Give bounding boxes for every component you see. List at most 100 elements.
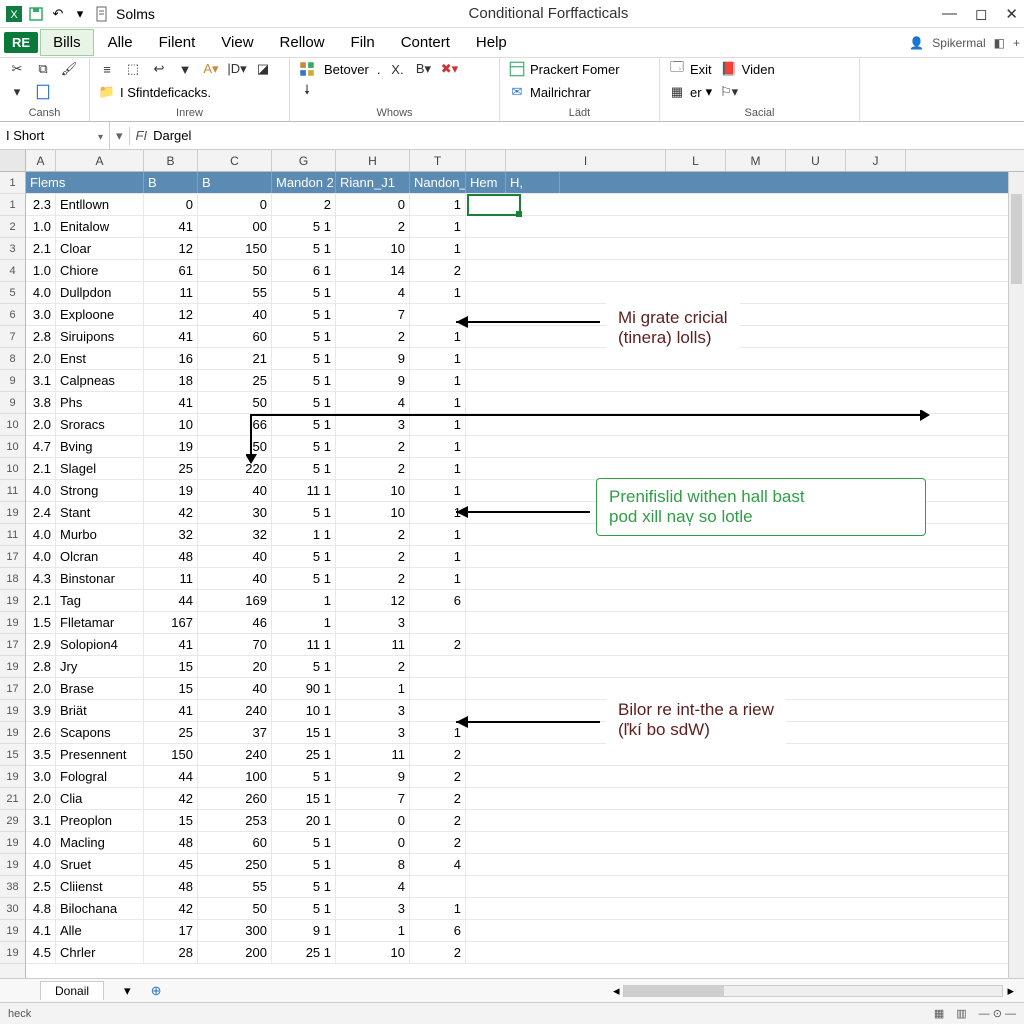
cell[interactable]: 42: [144, 502, 198, 523]
column-header[interactable]: I: [506, 150, 666, 171]
column-header[interactable]: C: [198, 150, 272, 171]
cell[interactable]: Tag: [56, 590, 144, 611]
cell[interactable]: 2: [410, 788, 466, 809]
table-row[interactable]: 2.8Jry15205 12: [26, 656, 1024, 678]
column-header[interactable]: A: [56, 150, 144, 171]
table-row[interactable]: 4.3Binstonar11405 121: [26, 568, 1024, 590]
cell[interactable]: 1.0: [26, 216, 56, 237]
redo-icon[interactable]: ▾: [72, 6, 88, 22]
cell[interactable]: 40: [198, 678, 272, 699]
cell[interactable]: Bving: [56, 436, 144, 457]
table-header-cell[interactable]: Hem: [466, 172, 506, 193]
cell[interactable]: 2.5: [26, 876, 56, 897]
cell[interactable]: 2: [336, 568, 410, 589]
menu-contert[interactable]: Contert: [389, 30, 462, 55]
cell[interactable]: 4.0: [26, 546, 56, 567]
cell[interactable]: 15: [144, 656, 198, 677]
cell[interactable]: 32: [144, 524, 198, 545]
cell[interactable]: Dullpdon: [56, 282, 144, 303]
cell[interactable]: 3.9: [26, 700, 56, 721]
merge-icon[interactable]: ⬚: [124, 60, 142, 78]
cell[interactable]: 5 1: [272, 238, 336, 259]
app-badge[interactable]: RE: [4, 32, 38, 53]
row-header[interactable]: 18: [0, 568, 25, 590]
cell[interactable]: 2: [336, 524, 410, 545]
arrow-down-icon[interactable]: 🠗: [298, 83, 316, 101]
cell[interactable]: 10 1: [272, 700, 336, 721]
prackert-label[interactable]: Prackert Fomer: [530, 62, 620, 77]
row-header[interactable]: 38: [0, 876, 25, 898]
cell[interactable]: 3.5: [26, 744, 56, 765]
column-header[interactable]: H: [336, 150, 410, 171]
viden-icon[interactable]: 📕: [720, 60, 738, 78]
cell[interactable]: 15 1: [272, 722, 336, 743]
cell[interactable]: 4.3: [26, 568, 56, 589]
cell[interactable]: 12: [144, 238, 198, 259]
cell[interactable]: 3.8: [26, 392, 56, 413]
cell[interactable]: Preoplon: [56, 810, 144, 831]
cell[interactable]: 5 1: [272, 854, 336, 875]
cell[interactable]: 2: [410, 260, 466, 281]
cell[interactable]: 8: [336, 854, 410, 875]
cell[interactable]: 2.1: [26, 590, 56, 611]
cell[interactable]: 4.7: [26, 436, 56, 457]
cell[interactable]: 15 1: [272, 788, 336, 809]
column-header[interactable]: A: [26, 150, 56, 171]
cell[interactable]: 10: [336, 502, 410, 523]
column-header[interactable]: L: [666, 150, 726, 171]
cell[interactable]: [410, 678, 466, 699]
cell[interactable]: Macling: [56, 832, 144, 853]
table-row[interactable]: 2.1Tag441691126: [26, 590, 1024, 612]
cell[interactable]: 25 1: [272, 744, 336, 765]
cell[interactable]: 60: [198, 326, 272, 347]
format-icon[interactable]: [298, 60, 316, 78]
cell[interactable]: 1: [410, 282, 466, 303]
table-header-cell[interactable]: Riann_J1: [336, 172, 410, 193]
row-header[interactable]: 19: [0, 502, 25, 524]
cell[interactable]: 100: [198, 766, 272, 787]
undo-icon[interactable]: ↶: [50, 6, 66, 22]
row-header[interactable]: 9: [0, 370, 25, 392]
mail-label[interactable]: Mailrichrar: [530, 85, 591, 100]
cell[interactable]: 1: [272, 590, 336, 611]
cell[interactable]: 2.6: [26, 722, 56, 743]
table-row[interactable]: 3.1Preoplon1525320 102: [26, 810, 1024, 832]
cell[interactable]: Chrler: [56, 942, 144, 963]
cell[interactable]: 2.1: [26, 238, 56, 259]
cell[interactable]: 12: [336, 590, 410, 611]
cell[interactable]: 253: [198, 810, 272, 831]
cell[interactable]: 2.0: [26, 678, 56, 699]
row-header[interactable]: 29: [0, 810, 25, 832]
menu-alle[interactable]: Alle: [96, 30, 145, 55]
cell[interactable]: 1 1: [272, 524, 336, 545]
cell[interactable]: 3: [336, 700, 410, 721]
cell[interactable]: [410, 876, 466, 897]
cell[interactable]: 70: [198, 634, 272, 655]
fx-dropdown-icon[interactable]: ▾: [116, 128, 123, 144]
cell[interactable]: 5 1: [272, 304, 336, 325]
column-header[interactable]: T: [410, 150, 466, 171]
flag-icon[interactable]: ⚐▾: [720, 83, 738, 101]
cell[interactable]: 10: [336, 942, 410, 963]
cell[interactable]: 1: [336, 920, 410, 941]
cell[interactable]: Jry: [56, 656, 144, 677]
er-label[interactable]: er: [690, 85, 702, 100]
cell[interactable]: Strong: [56, 480, 144, 501]
cell[interactable]: Cloar: [56, 238, 144, 259]
cell[interactable]: Olcran: [56, 546, 144, 567]
cell[interactable]: 12: [144, 304, 198, 325]
cell[interactable]: 20: [198, 656, 272, 677]
cell[interactable]: 41: [144, 392, 198, 413]
column-header[interactable]: M: [726, 150, 786, 171]
cell[interactable]: 2.8: [26, 326, 56, 347]
save-icon[interactable]: [28, 6, 44, 22]
cell[interactable]: 5 1: [272, 568, 336, 589]
folder-icon[interactable]: 📁: [98, 83, 116, 101]
cell[interactable]: 60: [198, 832, 272, 853]
column-header[interactable]: J: [846, 150, 906, 171]
cell[interactable]: 1: [410, 546, 466, 567]
table-row[interactable]: 3.0Fologral441005 192: [26, 766, 1024, 788]
table-header-cell[interactable]: B: [198, 172, 272, 193]
tab-add-icon[interactable]: ⊕: [151, 983, 162, 999]
cell[interactable]: 2.0: [26, 788, 56, 809]
